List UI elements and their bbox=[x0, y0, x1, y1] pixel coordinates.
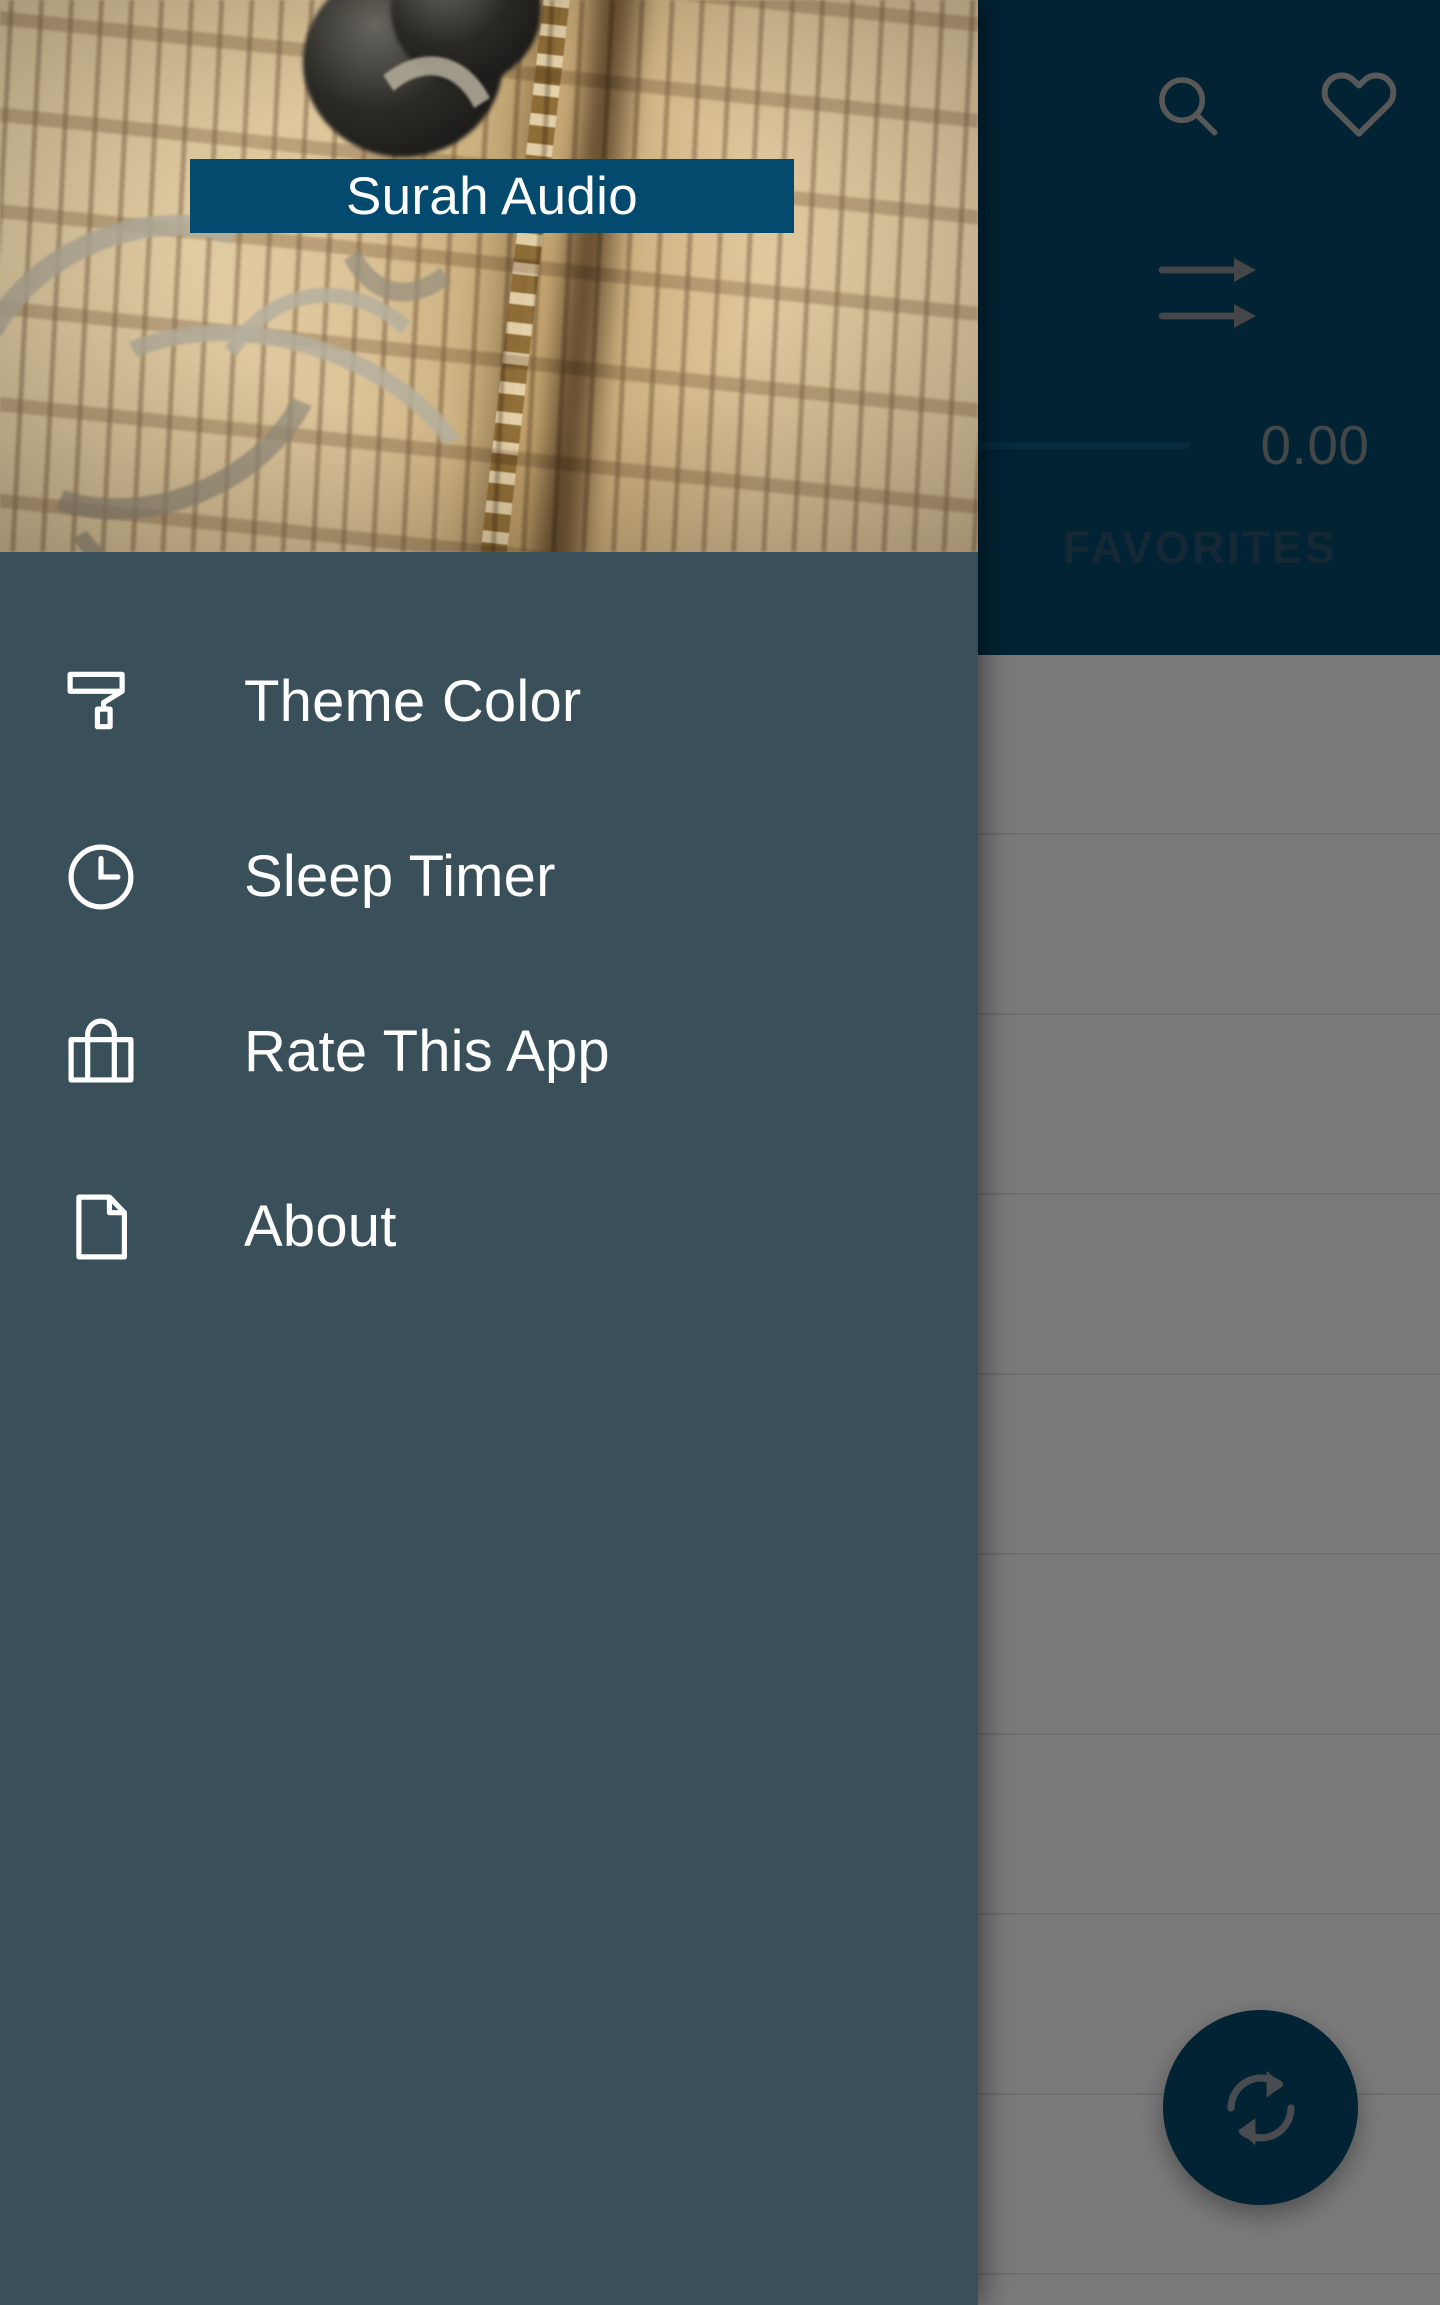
drawer-item-rate-this-app[interactable]: Rate This App bbox=[0, 964, 978, 1139]
repeat-refresh-fab[interactable] bbox=[1163, 2010, 1358, 2205]
paint-roller-icon bbox=[62, 663, 140, 741]
drawer-item-label: Rate This App bbox=[244, 1019, 610, 1084]
drawer-item-label: Sleep Timer bbox=[244, 844, 556, 909]
drawer-item-sleep-timer[interactable]: Sleep Timer bbox=[0, 789, 978, 964]
drawer-header: Surah Audio bbox=[0, 0, 978, 552]
navigation-drawer: Surah Audio Theme Color Sleep Timer Rate… bbox=[0, 0, 978, 2305]
heart-icon[interactable] bbox=[1300, 46, 1418, 164]
drawer-menu: Theme Color Sleep Timer Rate This App Ab… bbox=[0, 552, 978, 1314]
drawer-header-title: Surah Audio bbox=[345, 166, 639, 226]
tab-favorites[interactable]: FAVORITES bbox=[960, 522, 1440, 574]
current-time-label: 0.00 bbox=[1260, 414, 1370, 476]
quran-header-image bbox=[0, 0, 978, 552]
app-screen: 0.00 SURAH PLAYLIST FAVORITES bbox=[0, 0, 1440, 2305]
document-icon bbox=[62, 1188, 140, 1266]
drawer-item-about[interactable]: About bbox=[0, 1139, 978, 1314]
search-icon[interactable] bbox=[1128, 46, 1246, 164]
drawer-item-label: About bbox=[244, 1194, 397, 1259]
drawer-item-theme-color[interactable]: Theme Color bbox=[0, 614, 978, 789]
shopping-bag-icon bbox=[62, 1013, 140, 1091]
drawer-header-title-bar: Surah Audio bbox=[190, 159, 794, 233]
toolbar-actions bbox=[1128, 46, 1418, 164]
clock-icon bbox=[62, 838, 140, 916]
drawer-item-label: Theme Color bbox=[244, 669, 582, 734]
double-arrow-forward-icon[interactable] bbox=[1150, 240, 1270, 350]
